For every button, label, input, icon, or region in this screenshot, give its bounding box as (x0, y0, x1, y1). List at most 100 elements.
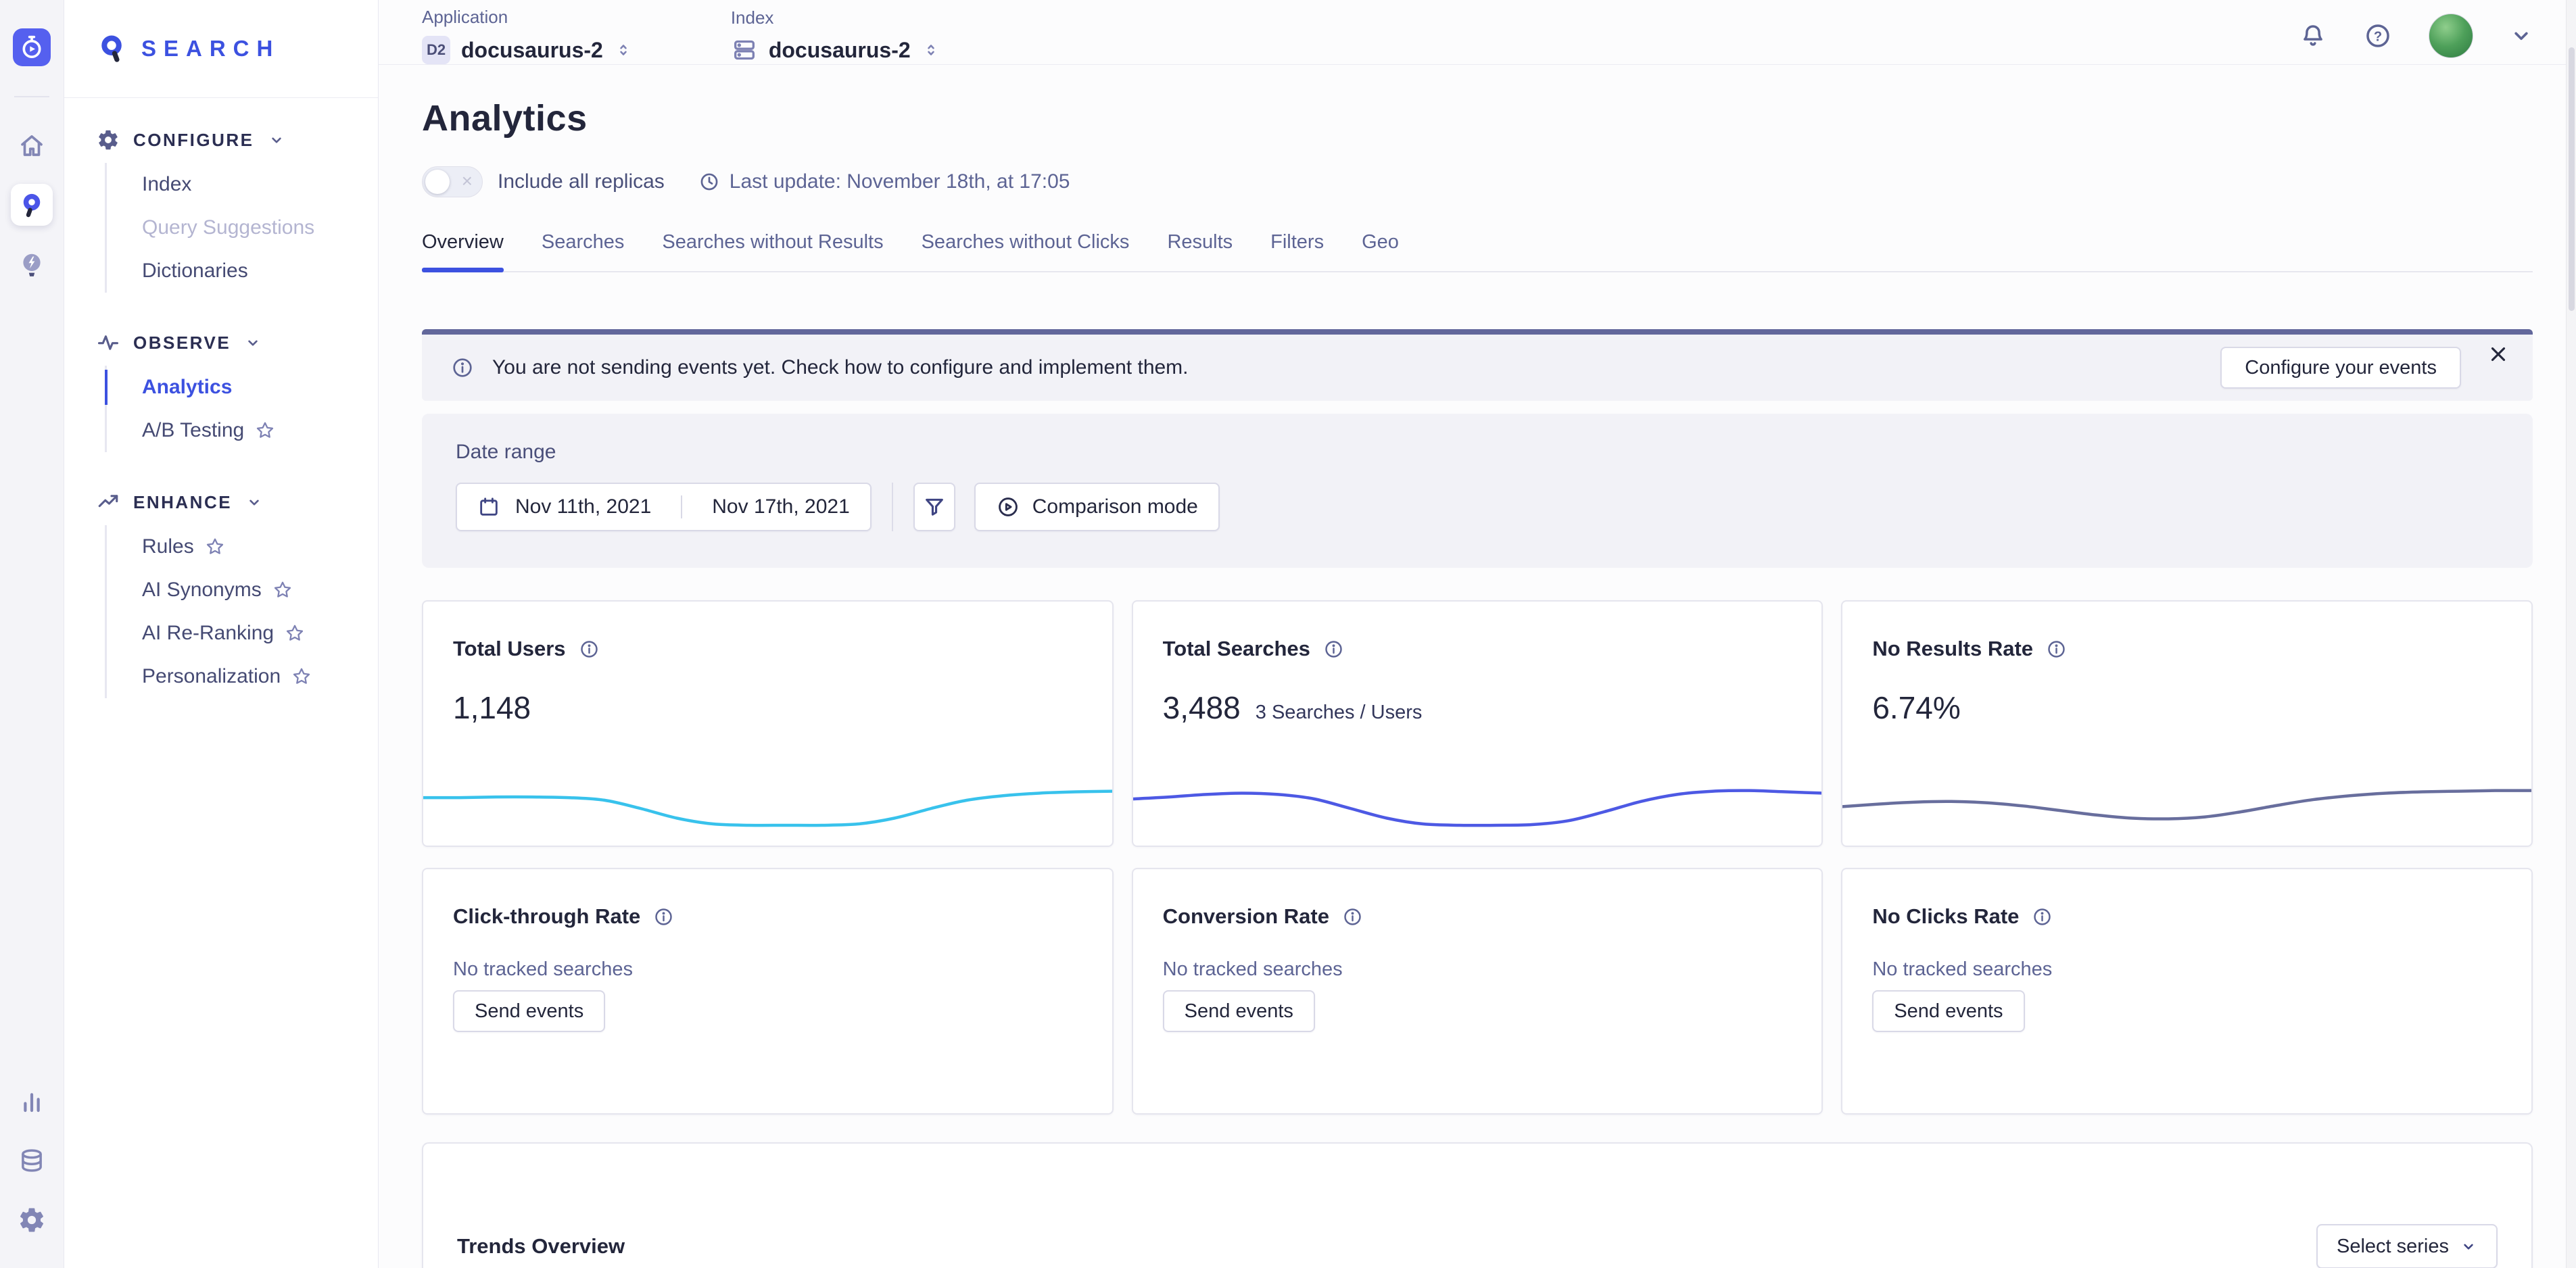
include-replicas-label: Include all replicas (498, 170, 665, 193)
tab-searches-without-results[interactable]: Searches without Results (662, 231, 883, 271)
sidebar-item-ai-reranking[interactable]: AI Re-Ranking (142, 612, 378, 655)
chevron-down-icon (2460, 1238, 2477, 1255)
card-title: No Clicks Rate (1872, 904, 2019, 929)
tab-overview[interactable]: Overview (422, 231, 504, 271)
send-events-button[interactable]: Send events (1872, 990, 2024, 1032)
user-menu-chevron-icon[interactable] (2510, 24, 2533, 47)
notifications-bell-icon[interactable] (2299, 22, 2327, 50)
date-range-picker[interactable]: Nov 11th, 2021 Nov 17th, 2021 (456, 483, 872, 531)
info-icon[interactable] (2045, 638, 2068, 660)
section-observe: OBSERVE Analytics A/B Testing (97, 324, 378, 452)
info-icon[interactable] (2031, 906, 2053, 928)
info-icon[interactable] (652, 906, 675, 928)
include-replicas-toggle[interactable]: × (422, 166, 483, 197)
section-label: ENHANCE (133, 492, 232, 513)
last-update: Last update: November 18th, at 17:05 (698, 170, 1070, 193)
page-content: Analytics × Include all replicas Last up… (379, 65, 2576, 1268)
clock-icon (698, 171, 720, 193)
section-configure: CONFIGURE Index Query Suggestions Dictio… (97, 121, 378, 293)
top-bar: Application D2 docusaurus-2 Index (379, 0, 2576, 65)
tab-searches-without-clicks[interactable]: Searches without Clicks (922, 231, 1130, 271)
date-range-panel: Date range Nov 11th, 2021 Nov 17th, 2021 (422, 414, 2533, 568)
banner-message: You are not sending events yet. Check ho… (492, 356, 1189, 379)
star-icon[interactable] (255, 420, 275, 441)
metric-value: 6.74% (1872, 689, 1960, 726)
tab-results[interactable]: Results (1167, 231, 1233, 271)
tab-filters[interactable]: Filters (1270, 231, 1324, 271)
tab-searches[interactable]: Searches (542, 231, 625, 271)
vertical-scrollbar (2566, 0, 2576, 1268)
sidebar-item-ab-testing[interactable]: A/B Testing (142, 409, 378, 452)
application-badge: D2 (422, 36, 450, 64)
index-selector[interactable]: Index docusaurus-2 (731, 7, 940, 64)
tab-bar: Overview Searches Searches without Resul… (422, 231, 2533, 272)
total-searches-sparkline (1133, 773, 1822, 837)
section-configure-header[interactable]: CONFIGURE (97, 121, 378, 159)
info-icon[interactable] (578, 638, 600, 660)
card-title: Click-through Rate (453, 904, 640, 929)
svg-text:?: ? (2374, 29, 2382, 44)
brand-logo[interactable]: SEARCH (64, 0, 378, 98)
star-icon[interactable] (272, 580, 293, 600)
star-icon[interactable] (285, 623, 305, 643)
application-value: docusaurus-2 (461, 38, 603, 63)
settings-gear-icon[interactable] (11, 1199, 53, 1241)
trend-up-icon (97, 491, 120, 514)
application-selector[interactable]: Application D2 docusaurus-2 (422, 7, 633, 64)
configure-events-button[interactable]: Configure your events (2220, 347, 2461, 389)
filter-funnel-button[interactable] (913, 483, 955, 531)
star-icon[interactable] (205, 537, 225, 557)
section-enhance-header[interactable]: ENHANCE (97, 483, 378, 521)
sidebar-item-personalization[interactable]: Personalization (142, 655, 378, 698)
stopwatch-app-icon[interactable] (13, 28, 51, 66)
sort-chevrons-icon (922, 41, 940, 59)
metric-card-conversion-rate: Conversion Rate No tracked searches Send… (1132, 868, 1823, 1115)
select-series-label: Select series (2337, 1236, 2449, 1258)
info-icon[interactable] (1341, 906, 1364, 928)
send-events-button[interactable]: Send events (1163, 990, 1315, 1032)
index-stack-icon (731, 36, 758, 64)
page-title: Analytics (422, 97, 2533, 139)
analytics-dashboard: SEARCH CONFIGURE Index Que (0, 0, 2576, 1268)
analytics-bars-icon[interactable] (11, 1080, 53, 1122)
scrollbar-thumb[interactable] (2569, 47, 2575, 311)
sidebar-item-dictionaries[interactable]: Dictionaries (142, 249, 378, 293)
date-range-label: Date range (456, 441, 2499, 464)
close-icon[interactable] (2487, 343, 2510, 366)
help-icon[interactable]: ? (2364, 22, 2392, 50)
info-icon[interactable] (1322, 638, 1345, 660)
metric-card-total-searches: Total Searches 3,488 3 Searches / Users (1132, 600, 1823, 847)
send-events-button[interactable]: Send events (453, 990, 605, 1032)
section-observe-header[interactable]: OBSERVE (97, 324, 378, 362)
metric-card-total-users: Total Users 1,148 (422, 600, 1114, 847)
section-label: OBSERVE (133, 333, 231, 353)
sidebar-item-analytics[interactable]: Analytics (142, 366, 378, 409)
sidebar-item-query-suggestions[interactable]: Query Suggestions (142, 206, 378, 249)
sidebar-item-rules[interactable]: Rules (142, 525, 378, 568)
card-title: Total Searches (1163, 637, 1310, 661)
chevron-down-icon (244, 334, 262, 351)
empty-state-text: No tracked searches (1163, 958, 1792, 981)
total-users-sparkline (423, 773, 1112, 837)
sidebar-item-index[interactable]: Index (142, 163, 378, 206)
card-title: Conversion Rate (1163, 904, 1329, 929)
star-icon[interactable] (291, 666, 312, 687)
divider (892, 483, 893, 531)
data-sources-icon[interactable] (11, 1140, 53, 1181)
date-start: Nov 11th, 2021 (515, 495, 651, 518)
sidebar-item-ai-synonyms[interactable]: AI Synonyms (142, 568, 378, 612)
section-enhance: ENHANCE Rules AI Synonyms AI R (97, 483, 378, 698)
select-series-button[interactable]: Select series (2316, 1224, 2498, 1268)
toggle-off-icon: × (462, 172, 473, 191)
date-separator (681, 495, 682, 518)
comparison-mode-button[interactable]: Comparison mode (974, 483, 1220, 531)
chevron-down-icon (245, 493, 263, 511)
recommend-bulb-icon[interactable] (11, 243, 53, 285)
home-icon[interactable] (11, 124, 53, 166)
user-avatar[interactable] (2429, 14, 2473, 58)
tab-geo[interactable]: Geo (1362, 231, 1399, 271)
search-product-icon[interactable] (11, 184, 53, 226)
meta-row: × Include all replicas Last update: Nove… (422, 166, 2533, 197)
comparison-mode-label: Comparison mode (1032, 495, 1198, 518)
date-end: Nov 17th, 2021 (712, 495, 849, 518)
